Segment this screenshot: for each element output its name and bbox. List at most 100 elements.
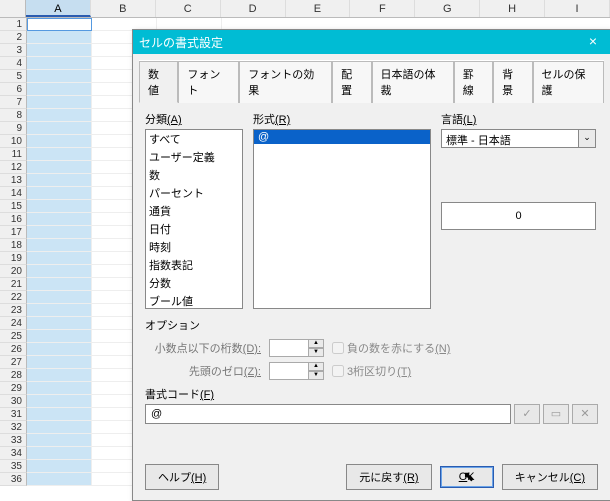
cell[interactable] <box>27 239 92 252</box>
cell[interactable] <box>27 278 92 291</box>
row-header[interactable]: 23 <box>0 304 27 317</box>
row-header[interactable]: 1 <box>0 18 27 31</box>
spin-up-icon[interactable]: ▲ <box>309 339 324 348</box>
row-header[interactable]: 32 <box>0 421 27 434</box>
cell[interactable] <box>27 304 92 317</box>
thousands-checkbox[interactable]: 3桁区切り(T) <box>332 363 411 379</box>
row-header[interactable]: 20 <box>0 265 27 278</box>
row-header[interactable]: 24 <box>0 317 27 330</box>
help-button[interactable]: ヘルプ(H) <box>145 464 219 490</box>
row-header[interactable]: 9 <box>0 122 27 135</box>
format-listbox[interactable]: @ <box>253 129 431 309</box>
cell[interactable] <box>27 330 92 343</box>
row-header[interactable]: 11 <box>0 148 27 161</box>
cell[interactable] <box>27 473 92 486</box>
tab-font[interactable]: フォント <box>178 61 239 103</box>
cell[interactable] <box>27 18 92 31</box>
cell[interactable] <box>27 122 92 135</box>
cell[interactable] <box>27 460 92 473</box>
row-header[interactable]: 22 <box>0 291 27 304</box>
cell[interactable] <box>27 148 92 161</box>
row-header[interactable]: 4 <box>0 57 27 70</box>
spin-down-icon[interactable]: ▼ <box>309 371 324 380</box>
cell[interactable] <box>27 83 92 96</box>
cell[interactable] <box>27 343 92 356</box>
close-icon[interactable]: × <box>582 32 604 52</box>
list-item[interactable]: 指数表記 <box>146 256 242 274</box>
reset-button[interactable]: 元に戻す(R) <box>346 464 431 490</box>
list-item[interactable]: 日付 <box>146 220 242 238</box>
check-icon[interactable]: ✓ <box>514 404 540 424</box>
row-header[interactable]: 18 <box>0 239 27 252</box>
cancel-button[interactable]: キャンセル(C) <box>502 464 598 490</box>
language-value[interactable]: 標準 - 日本語 <box>441 129 579 148</box>
leading-zero-spinner[interactable]: ▲▼ <box>269 362 324 380</box>
row-header[interactable]: 7 <box>0 96 27 109</box>
list-item[interactable]: 数 <box>146 166 242 184</box>
cell[interactable] <box>27 252 92 265</box>
cell[interactable] <box>27 356 92 369</box>
list-item[interactable]: 通貨 <box>146 202 242 220</box>
column-header-D[interactable]: D <box>221 0 286 17</box>
column-header-H[interactable]: H <box>480 0 545 17</box>
cell[interactable] <box>27 369 92 382</box>
spin-up-icon[interactable]: ▲ <box>309 362 324 371</box>
row-header[interactable]: 27 <box>0 356 27 369</box>
spin-down-icon[interactable]: ▼ <box>309 348 324 357</box>
decimals-spinner[interactable]: ▲▼ <box>269 339 324 357</box>
row-header[interactable]: 36 <box>0 473 27 486</box>
cell[interactable] <box>27 265 92 278</box>
row-header[interactable]: 26 <box>0 343 27 356</box>
row-header[interactable]: 6 <box>0 83 27 96</box>
row-header[interactable]: 29 <box>0 382 27 395</box>
list-item[interactable]: パーセント <box>146 184 242 202</box>
row-header[interactable]: 13 <box>0 174 27 187</box>
list-item[interactable]: 分数 <box>146 274 242 292</box>
row-header[interactable]: 25 <box>0 330 27 343</box>
category-listbox[interactable]: すべて ユーザー定義 数 パーセント 通貨 日付 時刻 指数表記 分数 ブール値… <box>145 129 243 309</box>
row-header[interactable]: 16 <box>0 213 27 226</box>
cell[interactable] <box>27 213 92 226</box>
tab-asian-typography[interactable]: 日本語の体裁 <box>372 61 454 103</box>
cell[interactable] <box>27 226 92 239</box>
tab-font-effects[interactable]: フォントの効果 <box>239 61 332 103</box>
cell[interactable] <box>27 161 92 174</box>
tab-numbers[interactable]: 数値 <box>139 61 178 103</box>
cell[interactable] <box>27 382 92 395</box>
column-header-F[interactable]: F <box>350 0 415 17</box>
row-header[interactable]: 19 <box>0 252 27 265</box>
column-header-B[interactable]: B <box>91 0 156 17</box>
cell[interactable] <box>27 395 92 408</box>
row-header[interactable]: 21 <box>0 278 27 291</box>
row-header[interactable]: 31 <box>0 408 27 421</box>
cell[interactable] <box>27 200 92 213</box>
row-header[interactable]: 5 <box>0 70 27 83</box>
column-header-C[interactable]: C <box>156 0 221 17</box>
row-header[interactable]: 30 <box>0 395 27 408</box>
cell[interactable] <box>27 96 92 109</box>
language-combo[interactable]: 標準 - 日本語 ⌄ <box>441 129 596 148</box>
row-header[interactable]: 33 <box>0 434 27 447</box>
cell[interactable] <box>27 187 92 200</box>
cell[interactable] <box>27 317 92 330</box>
row-header[interactable]: 12 <box>0 161 27 174</box>
cell[interactable] <box>27 57 92 70</box>
cell[interactable] <box>27 408 92 421</box>
row-header[interactable]: 34 <box>0 447 27 460</box>
row-header[interactable]: 10 <box>0 135 27 148</box>
cell[interactable] <box>27 44 92 57</box>
list-item[interactable]: ユーザー定義 <box>146 148 242 166</box>
negative-red-checkbox[interactable]: 負の数を赤にする(N) <box>332 340 450 356</box>
tab-protection[interactable]: セルの保護 <box>533 61 605 103</box>
row-header[interactable]: 17 <box>0 226 27 239</box>
cell[interactable] <box>27 447 92 460</box>
list-item[interactable]: ブール値 <box>146 292 242 309</box>
cell[interactable] <box>27 434 92 447</box>
column-header-G[interactable]: G <box>415 0 480 17</box>
decimals-input[interactable] <box>269 339 309 357</box>
ok-button[interactable]: OK <box>440 466 494 488</box>
leading-zero-input[interactable] <box>269 362 309 380</box>
cell[interactable] <box>27 31 92 44</box>
list-item[interactable]: 時刻 <box>146 238 242 256</box>
chevron-down-icon[interactable]: ⌄ <box>579 129 596 148</box>
